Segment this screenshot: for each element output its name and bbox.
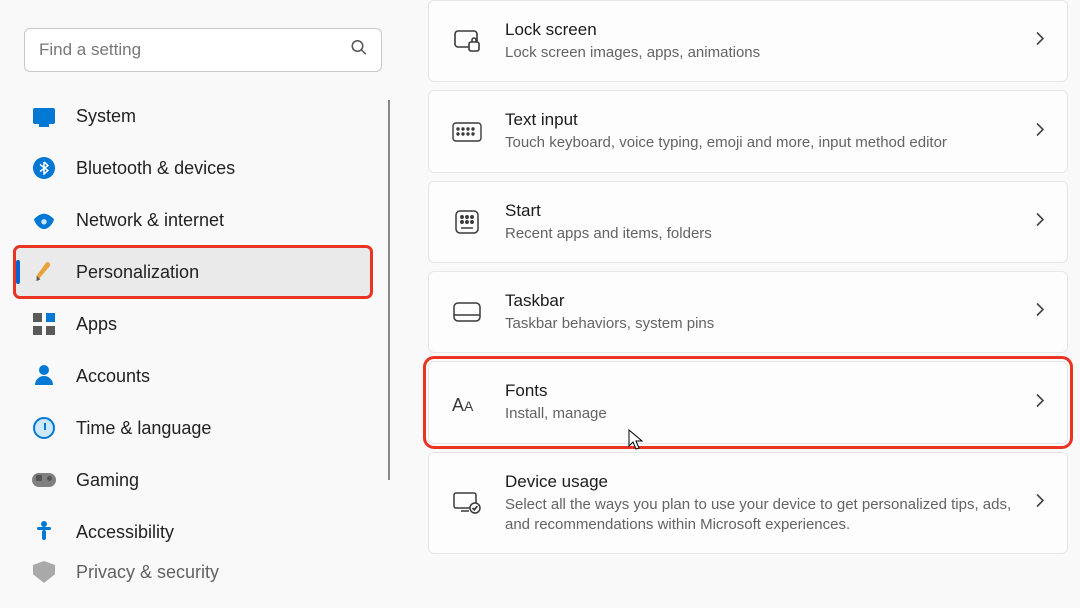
card-text: Start Recent apps and items, folders <box>505 200 1013 244</box>
card-text: Fonts Install, manage <box>505 380 1013 424</box>
card-title: Lock screen <box>505 19 1013 41</box>
person-icon <box>30 365 58 387</box>
sidebar-item-label: Accessibility <box>76 522 174 543</box>
sidebar-item-label: Time & language <box>76 418 211 439</box>
sidebar-item-label: Apps <box>76 314 117 335</box>
svg-text:A: A <box>452 395 464 415</box>
sidebar-item-bluetooth[interactable]: Bluetooth & devices <box>14 142 372 194</box>
chevron-right-icon <box>1035 392 1045 413</box>
sidebar-item-system[interactable]: System <box>14 90 372 142</box>
sidebar-item-label: Personalization <box>76 262 199 283</box>
sidebar: System Bluetooth & devices Network & int… <box>0 0 400 608</box>
card-taskbar[interactable]: Taskbar Taskbar behaviors, system pins <box>428 271 1068 353</box>
card-title: Taskbar <box>505 290 1013 312</box>
sidebar-item-apps[interactable]: Apps <box>14 298 372 350</box>
sidebar-item-label: Gaming <box>76 470 139 491</box>
card-text: Taskbar Taskbar behaviors, system pins <box>505 290 1013 334</box>
card-subtitle: Install, manage <box>505 404 1013 424</box>
card-subtitle: Recent apps and items, folders <box>505 224 1013 244</box>
search-icon <box>350 39 368 62</box>
content-panel: Lock screen Lock screen images, apps, an… <box>428 0 1068 608</box>
sidebar-item-label: Privacy & security <box>76 562 219 583</box>
card-title: Fonts <box>505 380 1013 402</box>
card-start[interactable]: Start Recent apps and items, folders <box>428 181 1068 263</box>
paintbrush-icon <box>30 261 58 283</box>
sidebar-item-accessibility[interactable]: Accessibility <box>14 506 372 558</box>
card-lock-screen[interactable]: Lock screen Lock screen images, apps, an… <box>428 0 1068 82</box>
keyboard-icon <box>451 122 483 142</box>
card-subtitle: Lock screen images, apps, animations <box>505 43 1013 63</box>
device-usage-icon <box>451 491 483 515</box>
chevron-right-icon <box>1035 302 1045 323</box>
wifi-icon <box>30 211 58 229</box>
sidebar-nav: System Bluetooth & devices Network & int… <box>14 90 392 586</box>
taskbar-icon <box>451 302 483 322</box>
sidebar-item-personalization[interactable]: Personalization <box>14 246 372 298</box>
search-container <box>24 28 382 72</box>
card-title: Device usage <box>505 471 1013 493</box>
lock-screen-icon <box>451 29 483 53</box>
card-title: Text input <box>505 109 1013 131</box>
card-text: Device usage Select all the ways you pla… <box>505 471 1013 536</box>
shield-icon <box>30 561 58 583</box>
card-title: Start <box>505 200 1013 222</box>
search-input[interactable] <box>24 28 382 72</box>
svg-text:A: A <box>464 398 474 414</box>
apps-icon <box>30 313 58 335</box>
sidebar-item-label: System <box>76 106 136 127</box>
monitor-icon <box>30 108 58 124</box>
sidebar-item-time[interactable]: Time & language <box>14 402 372 454</box>
bluetooth-icon <box>30 157 58 179</box>
accessibility-icon <box>30 521 58 543</box>
card-subtitle: Taskbar behaviors, system pins <box>505 314 1013 334</box>
card-text: Lock screen Lock screen images, apps, an… <box>505 19 1013 63</box>
chevron-right-icon <box>1035 493 1045 514</box>
card-device-usage[interactable]: Device usage Select all the ways you pla… <box>428 452 1068 555</box>
sidebar-item-label: Bluetooth & devices <box>76 158 235 179</box>
fonts-icon: AA <box>451 391 483 415</box>
sidebar-item-label: Network & internet <box>76 210 224 231</box>
sidebar-item-accounts[interactable]: Accounts <box>14 350 372 402</box>
card-text: Text input Touch keyboard, voice typing,… <box>505 109 1013 153</box>
sidebar-item-privacy[interactable]: Privacy & security <box>14 558 372 586</box>
chevron-right-icon <box>1035 31 1045 52</box>
card-text-input[interactable]: Text input Touch keyboard, voice typing,… <box>428 90 1068 172</box>
card-fonts[interactable]: AA Fonts Install, manage <box>428 361 1068 443</box>
card-subtitle: Select all the ways you plan to use your… <box>505 495 1013 536</box>
gamepad-icon <box>30 473 58 487</box>
clock-globe-icon <box>30 417 58 439</box>
chevron-right-icon <box>1035 121 1045 142</box>
sidebar-item-network[interactable]: Network & internet <box>14 194 372 246</box>
card-subtitle: Touch keyboard, voice typing, emoji and … <box>505 133 1013 153</box>
sidebar-scrollbar[interactable] <box>388 100 390 480</box>
chevron-right-icon <box>1035 211 1045 232</box>
sidebar-item-gaming[interactable]: Gaming <box>14 454 372 506</box>
start-menu-icon <box>451 209 483 235</box>
sidebar-item-label: Accounts <box>76 366 150 387</box>
